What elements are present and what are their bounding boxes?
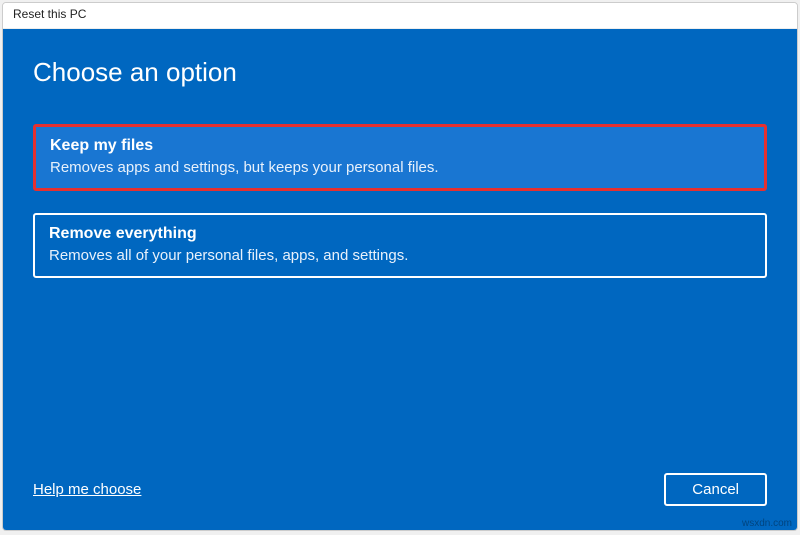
reset-pc-window: Reset this PC Choose an option Keep my f… xyxy=(2,2,798,531)
cancel-button[interactable]: Cancel xyxy=(664,473,767,506)
option-remove-everything[interactable]: Remove everything Removes all of your pe… xyxy=(33,213,767,278)
option-keep-my-files[interactable]: Keep my files Removes apps and settings,… xyxy=(33,124,767,191)
main-panel: Choose an option Keep my files Removes a… xyxy=(3,29,797,530)
window-titlebar: Reset this PC xyxy=(3,3,797,29)
window-title: Reset this PC xyxy=(13,7,86,21)
footer: Help me choose Cancel xyxy=(33,473,767,506)
page-heading: Choose an option xyxy=(33,57,767,88)
option-keep-my-files-desc: Removes apps and settings, but keeps you… xyxy=(50,159,750,176)
watermark: wsxdn.com xyxy=(742,518,792,529)
option-remove-everything-desc: Removes all of your personal files, apps… xyxy=(49,247,751,264)
help-me-choose-link[interactable]: Help me choose xyxy=(33,481,141,498)
option-remove-everything-title: Remove everything xyxy=(49,225,751,243)
option-keep-my-files-title: Keep my files xyxy=(50,137,750,155)
